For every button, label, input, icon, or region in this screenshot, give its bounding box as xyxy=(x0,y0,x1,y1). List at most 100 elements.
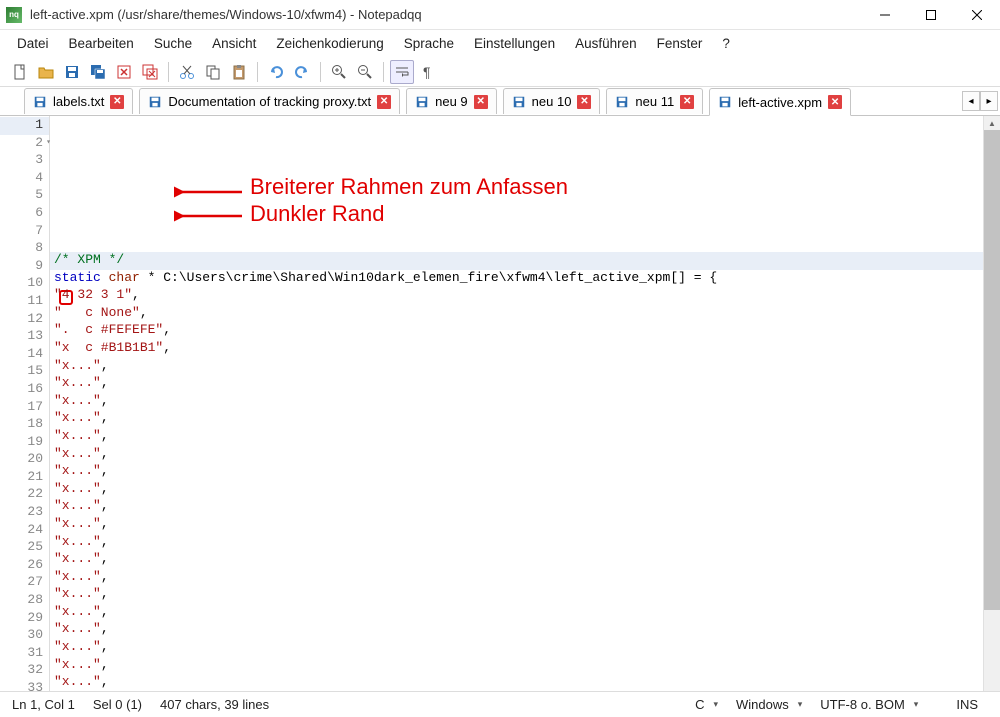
save-all-button[interactable] xyxy=(86,60,110,84)
status-insert-mode[interactable]: INS xyxy=(956,697,978,712)
menu-view[interactable]: Ansicht xyxy=(203,32,265,55)
code-area[interactable]: Breiterer Rahmen zum Anfassen Dunkler Ra… xyxy=(50,116,983,691)
line-number: 25 xyxy=(0,539,49,557)
maximize-button[interactable] xyxy=(908,0,954,30)
zoom-out-button[interactable] xyxy=(353,60,377,84)
tab-scroll-left[interactable]: ◂ xyxy=(962,91,980,111)
code-line[interactable]: "x...", xyxy=(50,393,983,411)
line-number: 6 xyxy=(0,205,49,223)
tab-close-button[interactable]: ✕ xyxy=(680,95,694,109)
code-line[interactable]: "x...", xyxy=(50,551,983,569)
tab-close-button[interactable]: ✕ xyxy=(828,95,842,109)
tab[interactable]: neu 10✕ xyxy=(503,88,601,114)
code-line[interactable]: "x...", xyxy=(50,621,983,639)
word-wrap-button[interactable] xyxy=(390,60,414,84)
code-line[interactable]: "x...", xyxy=(50,534,983,552)
arrow-icon xyxy=(174,207,244,225)
tab-scroll: ◂ ▸ xyxy=(962,91,998,111)
status-language[interactable]: C ▾ xyxy=(695,697,718,712)
code-line[interactable]: "x...", xyxy=(50,498,983,516)
close-file-button[interactable] xyxy=(112,60,136,84)
new-file-button[interactable] xyxy=(8,60,32,84)
code-line[interactable]: "x...", xyxy=(50,586,983,604)
toolbar-separator xyxy=(168,62,169,82)
tab[interactable]: neu 9 ✕ xyxy=(406,88,497,114)
code-line[interactable]: "x...", xyxy=(50,569,983,587)
code-line[interactable]: "x...", xyxy=(50,410,983,428)
paste-button[interactable] xyxy=(227,60,251,84)
menu-language[interactable]: Sprache xyxy=(395,32,463,55)
code-line[interactable]: "x...", xyxy=(50,446,983,464)
tab-close-button[interactable]: ✕ xyxy=(577,95,591,109)
menu-run[interactable]: Ausführen xyxy=(566,32,646,55)
scroll-up-icon[interactable]: ▲ xyxy=(984,116,1000,130)
save-button[interactable] xyxy=(60,60,84,84)
show-symbols-button[interactable]: ¶ xyxy=(416,60,440,84)
tab-close-button[interactable]: ✕ xyxy=(377,95,391,109)
code-line[interactable]: "x...", xyxy=(50,481,983,499)
tab-label: left-active.xpm xyxy=(738,95,822,110)
scrollbar-thumb[interactable] xyxy=(984,130,1000,610)
menu-search[interactable]: Suche xyxy=(145,32,201,55)
code-line[interactable]: "x...", xyxy=(50,375,983,393)
tab-label: neu 9 xyxy=(435,94,468,109)
code-line[interactable]: " c None", xyxy=(50,305,983,323)
tab-close-button[interactable]: ✕ xyxy=(110,95,124,109)
tab[interactable]: neu 11✕ xyxy=(606,88,703,114)
undo-button[interactable] xyxy=(264,60,288,84)
zoom-in-button[interactable] xyxy=(327,60,351,84)
tab[interactable]: left-active.xpm ✕ xyxy=(709,88,851,116)
open-file-button[interactable] xyxy=(34,60,58,84)
code-line[interactable]: "x c #B1B1B1", xyxy=(50,340,983,358)
tab-scroll-right[interactable]: ▸ xyxy=(980,91,998,111)
code-line[interactable]: ". c #FEFEFE", xyxy=(50,322,983,340)
statusbar: Ln 1, Col 1 Sel 0 (1) 407 chars, 39 line… xyxy=(0,691,1000,717)
line-number: 14 xyxy=(0,346,49,364)
menu-encoding[interactable]: Zeichenkodierung xyxy=(267,32,392,55)
status-eol[interactable]: Windows ▾ xyxy=(736,697,802,712)
tab[interactable]: labels.txt✕ xyxy=(24,88,133,114)
editor: 12▾3456789101112131415161718192021222324… xyxy=(0,116,1000,691)
window-title: left-active.xpm (/usr/share/themes/Windo… xyxy=(30,7,862,22)
line-number: 27 xyxy=(0,574,49,592)
menu-help[interactable]: ? xyxy=(713,32,739,55)
code-line[interactable]: static char * C:\Users\crime\Shared\Win1… xyxy=(50,270,983,288)
line-number: 16 xyxy=(0,381,49,399)
code-line[interactable]: "x...", xyxy=(50,639,983,657)
line-number: 33 xyxy=(0,680,49,691)
code-line[interactable]: "x...", xyxy=(50,674,983,691)
close-all-button[interactable] xyxy=(138,60,162,84)
code-line[interactable]: "x...", xyxy=(50,358,983,376)
line-number: 26 xyxy=(0,557,49,575)
redo-button[interactable] xyxy=(290,60,314,84)
menu-file[interactable]: Datei xyxy=(8,32,58,55)
code-line[interactable]: "x...", xyxy=(50,657,983,675)
tabbar: labels.txt✕Documentation of tracking pro… xyxy=(0,87,1000,116)
cut-button[interactable] xyxy=(175,60,199,84)
code-line[interactable]: /* XPM */ xyxy=(50,252,983,270)
code-line[interactable]: "x...", xyxy=(50,463,983,481)
vertical-scrollbar[interactable]: ▲ xyxy=(983,116,1000,691)
status-encoding[interactable]: UTF-8 o. BOM ▾ xyxy=(820,697,918,712)
line-number-gutter: 12▾3456789101112131415161718192021222324… xyxy=(0,116,50,691)
chevron-down-icon: ▾ xyxy=(793,699,803,710)
minimize-button[interactable] xyxy=(862,0,908,30)
code-line[interactable]: "4 32 3 1", xyxy=(50,287,983,305)
code-line[interactable]: "x...", xyxy=(50,428,983,446)
menu-edit[interactable]: Bearbeiten xyxy=(60,32,143,55)
code-line[interactable]: "x...", xyxy=(50,516,983,534)
tab-close-button[interactable]: ✕ xyxy=(474,95,488,109)
code-line[interactable]: "x...", xyxy=(50,604,983,622)
chevron-down-icon: ▾ xyxy=(708,699,718,710)
line-number: 4 xyxy=(0,170,49,188)
line-number: 1 xyxy=(0,117,49,135)
line-number: 29 xyxy=(0,610,49,628)
menu-settings[interactable]: Einstellungen xyxy=(465,32,564,55)
copy-button[interactable] xyxy=(201,60,225,84)
line-number: 2▾ xyxy=(0,135,49,153)
menu-window[interactable]: Fenster xyxy=(648,32,712,55)
line-number: 30 xyxy=(0,627,49,645)
line-number: 8 xyxy=(0,240,49,258)
close-button[interactable] xyxy=(954,0,1000,30)
tab[interactable]: Documentation of tracking proxy.txt✕ xyxy=(139,88,400,114)
